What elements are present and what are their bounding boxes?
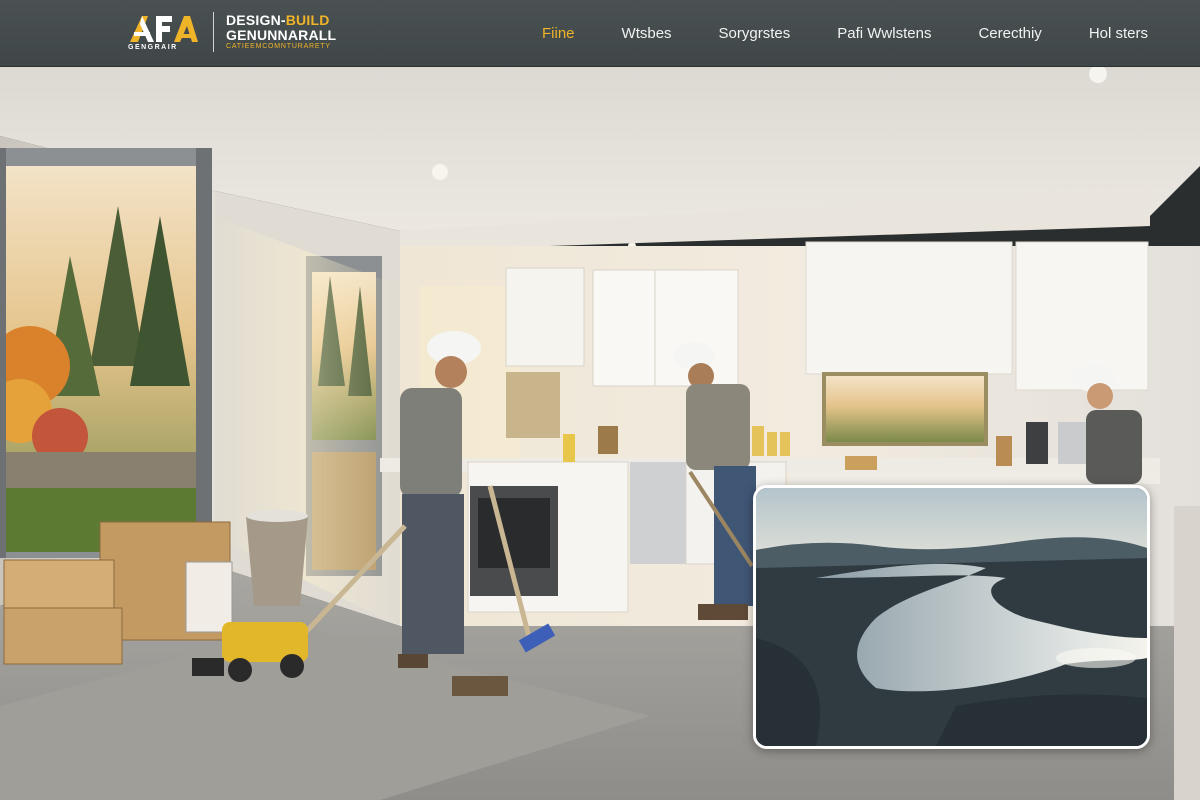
hero-image — [0, 66, 1200, 800]
brand-name-line1: DESIGN-BUILD — [226, 12, 330, 28]
logo-divider — [213, 12, 214, 52]
nav-item-6[interactable]: Hol sters — [1089, 25, 1148, 42]
nav-item-1[interactable]: Fiine — [542, 25, 575, 42]
logo-caption: GENGRAIR — [128, 44, 178, 51]
nav-item-2[interactable]: Wtsbes — [622, 25, 672, 42]
nav-item-3[interactable]: Sorygrstes — [719, 25, 791, 42]
aerial-lake-photo[interactable] — [753, 485, 1150, 749]
main-nav: Fiine Wtsbes Sorygrstes Pafi Wwlstens Ce… — [542, 0, 1148, 66]
aerial-lake-illustration — [756, 488, 1147, 746]
site-header: GENGRAIR DESIGN-BUILD GENUNNARALL CATIEE… — [0, 0, 1200, 67]
brand-tagline: CATIEEMCOMNTURARETY — [226, 43, 331, 50]
brand-name-line2: GENUNNARALL — [226, 27, 337, 43]
nav-item-4[interactable]: Pafi Wwlstens — [837, 25, 931, 42]
nav-item-5[interactable]: Cerecthiy — [978, 25, 1041, 42]
